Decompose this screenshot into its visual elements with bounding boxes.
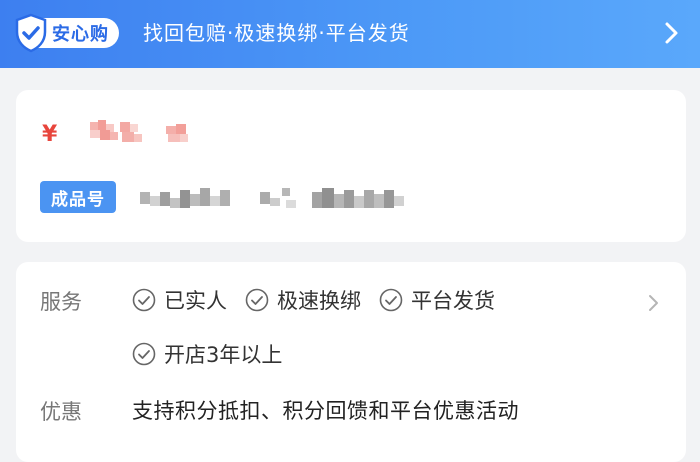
service-label: 服务 bbox=[40, 290, 82, 314]
promo-text: 支持积分抵扣、积分回馈和平台优惠活动 bbox=[132, 399, 519, 423]
check-circle-icon bbox=[379, 288, 403, 312]
service-tag: 极速换绑 bbox=[245, 284, 361, 316]
badge-label: 安心购 bbox=[36, 18, 119, 48]
anxingou-badge: 安心购 bbox=[14, 13, 119, 53]
service-tag: 开店3年以上 bbox=[132, 338, 282, 370]
service-tag-label: 开店3年以上 bbox=[164, 343, 283, 367]
promo-label: 优惠 bbox=[40, 400, 82, 424]
service-tag-label: 已实人 bbox=[164, 289, 227, 313]
item-number-pixelated bbox=[140, 188, 404, 208]
chevron-right-icon[interactable] bbox=[646, 294, 660, 312]
service-tag-label: 平台发货 bbox=[411, 289, 495, 313]
currency-symbol: ¥ bbox=[42, 122, 58, 147]
service-card: 服务 已实人 极速换绑 平台发货 开店3年以上 优惠 支持积分抵扣、积分回馈和平… bbox=[16, 262, 686, 462]
service-tag: 平台发货 bbox=[379, 284, 495, 316]
service-tags[interactable]: 已实人 极速换绑 平台发货 开店3年以上 bbox=[132, 284, 632, 370]
price-pixelated bbox=[90, 120, 188, 142]
check-circle-icon bbox=[132, 342, 156, 366]
service-tag-label: 极速换绑 bbox=[277, 289, 361, 313]
check-circle-icon bbox=[132, 288, 156, 312]
shield-check-icon bbox=[15, 13, 47, 53]
banner-tagline: 找回包赔·极速换绑·平台发货 bbox=[143, 21, 410, 45]
check-circle-icon bbox=[245, 288, 269, 312]
price-card: ¥ 成品号 bbox=[16, 90, 686, 242]
service-tag: 已实人 bbox=[132, 284, 227, 316]
chevron-right-icon[interactable] bbox=[660, 20, 682, 46]
guarantee-banner[interactable]: 安心购 找回包赔·极速换绑·平台发货 bbox=[0, 0, 700, 68]
item-number-label: 成品号 bbox=[40, 181, 116, 213]
